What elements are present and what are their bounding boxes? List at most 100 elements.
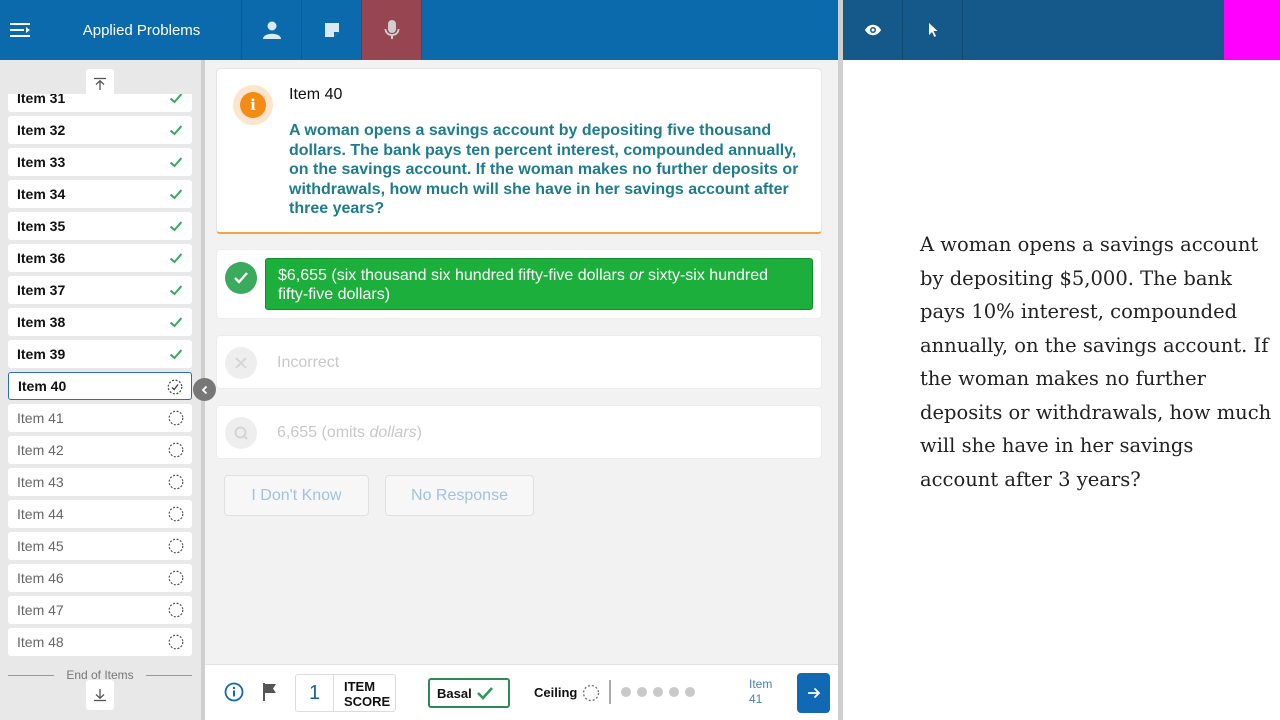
check-icon bbox=[169, 125, 183, 136]
ceiling-label: Ceiling bbox=[534, 685, 578, 700]
progress-dot bbox=[669, 687, 679, 697]
collapse-sidebar-button[interactable] bbox=[193, 378, 216, 401]
check-icon bbox=[169, 157, 183, 168]
user-button[interactable] bbox=[242, 0, 302, 60]
eye-button[interactable] bbox=[843, 0, 903, 60]
check-icon bbox=[169, 221, 183, 232]
top-toolbar: Applied Problems bbox=[0, 0, 838, 60]
sidebar-item-label: Item 31 bbox=[17, 94, 66, 106]
pending-circle-icon bbox=[168, 410, 184, 426]
sidebar-item-label: Item 45 bbox=[17, 538, 64, 554]
sidebar-item[interactable]: Item 41 bbox=[8, 404, 192, 432]
pending-circle-icon bbox=[168, 538, 184, 554]
sidebar-item[interactable]: Item 39 bbox=[8, 340, 192, 368]
sidebar-item[interactable]: Item 37 bbox=[8, 276, 192, 304]
flag-icon[interactable] bbox=[261, 682, 279, 702]
sidebar-item-label: Item 35 bbox=[17, 218, 66, 234]
examinee-toolbar bbox=[843, 0, 1280, 60]
item-title: Item 40 bbox=[289, 86, 343, 103]
menu-icon[interactable] bbox=[0, 0, 42, 60]
pending-circle-icon bbox=[168, 442, 184, 458]
progress-dot bbox=[685, 687, 695, 697]
check-icon bbox=[169, 253, 183, 264]
query-circle-icon bbox=[225, 417, 257, 449]
pending-circle-icon bbox=[168, 506, 184, 522]
sidebar-item-label: Item 40 bbox=[18, 378, 67, 394]
dont-know-button[interactable]: I Don't Know bbox=[224, 475, 369, 516]
progress-dot bbox=[637, 687, 647, 697]
sidebar-item[interactable]: Item 44 bbox=[8, 500, 192, 528]
check-icon bbox=[169, 189, 183, 200]
item-list: Item 31 Item 32 Item 33 Item 34 Item 35 Item … bbox=[0, 94, 201, 676]
sidebar-item[interactable]: Item 33 bbox=[8, 148, 192, 176]
basal-label: Basal bbox=[437, 685, 472, 701]
check-icon bbox=[476, 687, 493, 700]
check-icon bbox=[169, 94, 183, 104]
sidebar-item[interactable]: Item 47 bbox=[8, 596, 192, 624]
info-outline-icon[interactable] bbox=[224, 682, 244, 702]
sidebar-item[interactable]: Item 32 bbox=[8, 116, 192, 144]
sidebar-item[interactable]: Item 43 bbox=[8, 468, 192, 496]
bottom-toolbar: 1 ITEM SCORE Basal Ceiling Item 41 bbox=[205, 664, 838, 720]
scroll-bottom-button[interactable] bbox=[86, 680, 114, 710]
in-progress-icon bbox=[167, 379, 183, 395]
sidebar-item[interactable]: Item 45 bbox=[8, 532, 192, 560]
sidebar-item-label: Item 44 bbox=[17, 506, 64, 522]
sidebar-item-label: Item 41 bbox=[17, 410, 64, 426]
arrow-right-icon bbox=[807, 687, 820, 699]
sidebar-item[interactable]: Item 40 bbox=[8, 372, 192, 400]
user-icon bbox=[262, 21, 281, 39]
next-item-label: Item 41 bbox=[749, 677, 773, 706]
pending-circle-icon bbox=[168, 570, 184, 586]
separator bbox=[609, 680, 611, 704]
basal-indicator: Basal bbox=[428, 678, 510, 708]
sidebar-item-label: Item 32 bbox=[17, 122, 66, 138]
item-score-box[interactable]: 1 ITEM SCORE bbox=[295, 674, 396, 712]
pointer-button[interactable] bbox=[903, 0, 963, 60]
microphone-button[interactable] bbox=[362, 0, 422, 60]
pending-circle-icon bbox=[168, 602, 184, 618]
arrow-up-to-top-icon bbox=[94, 77, 106, 90]
chevron-left-icon bbox=[201, 385, 207, 394]
check-icon bbox=[169, 285, 183, 296]
examinee-question-text: A woman opens a savings account by depos… bbox=[920, 233, 1272, 491]
ceiling-progress-dots bbox=[621, 687, 695, 697]
microphone-icon bbox=[384, 20, 399, 39]
sidebar-item[interactable]: Item 48 bbox=[8, 628, 192, 656]
pending-circle-icon bbox=[582, 684, 600, 702]
x-circle-icon bbox=[225, 347, 257, 379]
sidebar-item[interactable]: Item 31 bbox=[8, 94, 192, 112]
sidebar-item-label: Item 43 bbox=[17, 474, 64, 490]
end-of-items-label: End of Items bbox=[8, 668, 192, 682]
sidebar-item-label: Item 36 bbox=[17, 250, 66, 266]
sidebar-item[interactable]: Item 38 bbox=[8, 308, 192, 336]
sidebar-item-label: Item 42 bbox=[17, 442, 64, 458]
answer-incorrect[interactable]: Incorrect bbox=[216, 335, 822, 389]
check-icon bbox=[169, 349, 183, 360]
pane-divider[interactable] bbox=[838, 0, 843, 720]
next-item-button[interactable] bbox=[797, 673, 830, 713]
answer-correct[interactable]: $6,655 (six thousand six hundred fifty-f… bbox=[216, 249, 822, 319]
check-circle-icon bbox=[225, 262, 257, 294]
sidebar-item[interactable]: Item 34 bbox=[8, 180, 192, 208]
notes-button[interactable] bbox=[302, 0, 362, 60]
sidebar-item-label: Item 39 bbox=[17, 346, 66, 362]
sidebar-item-label: Item 33 bbox=[17, 154, 66, 170]
sidebar-item-label: Item 46 bbox=[17, 570, 64, 586]
answer-query[interactable]: 6,655 (omits dollars) bbox=[216, 405, 822, 459]
color-marker bbox=[1224, 0, 1280, 60]
correct-answer-text[interactable]: $6,655 (six thousand six hundred fifty-f… bbox=[265, 258, 813, 310]
pending-circle-icon bbox=[168, 634, 184, 650]
sidebar-item[interactable]: Item 42 bbox=[8, 436, 192, 464]
item-score-label: ITEM SCORE bbox=[344, 679, 391, 709]
pointer-icon bbox=[928, 23, 937, 37]
no-response-button[interactable]: No Response bbox=[385, 475, 534, 516]
sidebar-item[interactable]: Item 46 bbox=[8, 564, 192, 592]
note-icon bbox=[324, 23, 339, 37]
pending-circle-icon bbox=[168, 474, 184, 490]
sidebar-item[interactable]: Item 36 bbox=[8, 244, 192, 272]
question-card: i Item 40 A woman opens a savings accoun… bbox=[216, 68, 822, 234]
progress-dot bbox=[621, 687, 631, 697]
question-text: A woman opens a savings account by depos… bbox=[289, 122, 799, 217]
sidebar-item[interactable]: Item 35 bbox=[8, 212, 192, 240]
